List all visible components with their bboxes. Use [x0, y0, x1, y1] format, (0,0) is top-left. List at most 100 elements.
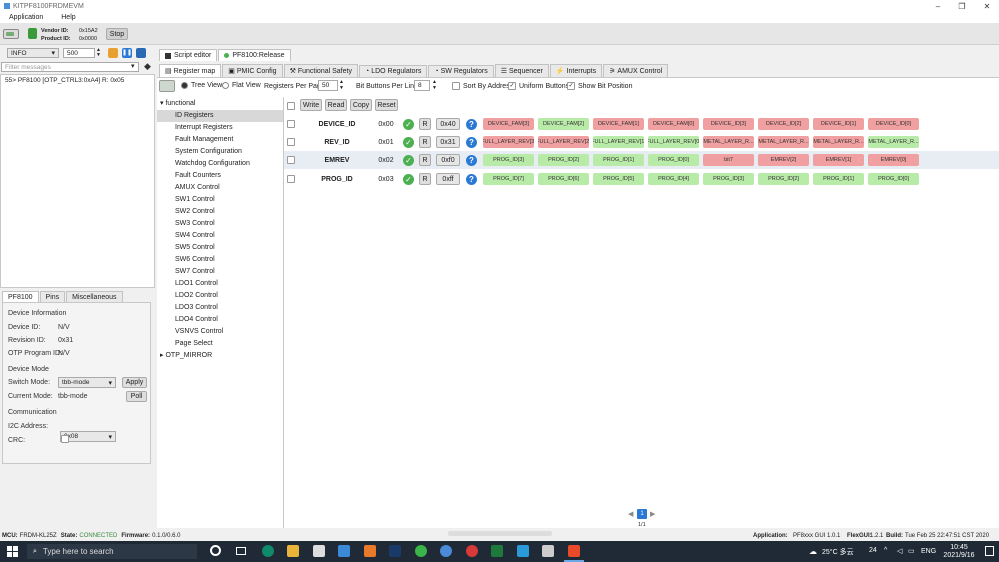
- bits-stepper[interactable]: ▲ ▼: [432, 79, 437, 91]
- tree-item[interactable]: Fault Management: [157, 134, 283, 146]
- excel-icon[interactable]: [491, 545, 503, 557]
- per-page-field[interactable]: 50: [318, 80, 338, 91]
- tree-item[interactable]: Interrupt Registers: [157, 122, 283, 134]
- help-icon[interactable]: ?: [466, 173, 477, 185]
- bit-button[interactable]: METAL_LAYER_R...: [703, 136, 754, 148]
- help-icon[interactable]: ?: [466, 136, 477, 148]
- close-icon[interactable]: ✕: [975, 0, 999, 12]
- bit-button[interactable]: PROG_ID[5]: [593, 173, 644, 185]
- tab-sw-regulators[interactable]: ◔ SW Regulators: [428, 65, 494, 77]
- read-button[interactable]: Read: [325, 99, 347, 111]
- store-icon[interactable]: [313, 545, 325, 557]
- filter-dropdown-icon[interactable]: ▾: [131, 62, 135, 70]
- bit-button[interactable]: PROG_ID[6]: [538, 173, 589, 185]
- bit-button[interactable]: PROG_ID[4]: [648, 173, 699, 185]
- bit-button[interactable]: FULL_LAYER_REV[3]: [483, 136, 534, 148]
- tree-item[interactable]: VSNVS Control: [157, 326, 283, 338]
- apply-button[interactable]: Apply: [122, 377, 147, 388]
- tree-item[interactable]: SW2 Control: [157, 206, 283, 218]
- crc-checkbox[interactable]: [61, 435, 69, 443]
- register-checkbox[interactable]: [287, 120, 295, 128]
- bit-button[interactable]: METAL_LAYER_R...: [813, 136, 864, 148]
- start-icon[interactable]: [7, 546, 18, 557]
- tree-otp-mirror[interactable]: ▸ OTP_MIRROR: [157, 350, 283, 362]
- register-value[interactable]: 0xf0: [436, 154, 460, 166]
- bit-button[interactable]: PROG_ID[7]: [483, 173, 534, 185]
- tree-item[interactable]: SW1 Control: [157, 194, 283, 206]
- log-count-field[interactable]: 500: [63, 48, 95, 58]
- bit-button[interactable]: PROG_ID[3]: [483, 154, 534, 166]
- clock-date[interactable]: 2021/9/16: [943, 552, 975, 559]
- sort-checkbox[interactable]: [452, 82, 460, 90]
- tab-register-map[interactable]: ▤ Register map: [159, 64, 222, 77]
- tree-view-option[interactable]: Tree View: [181, 82, 222, 89]
- uniform-option[interactable]: ✓ Uniform Buttons: [508, 82, 569, 90]
- tree-item[interactable]: LDO3 Control: [157, 302, 283, 314]
- bit-button[interactable]: EMREV[1]: [813, 154, 864, 166]
- count-stepper[interactable]: ▲ ▼: [95, 48, 102, 58]
- register-value[interactable]: 0xff: [436, 173, 460, 185]
- show-bit-option[interactable]: ✓ Show Bit Position: [567, 82, 632, 90]
- bit-button[interactable]: DEVICE_FAM[0]: [648, 118, 699, 130]
- tree-item[interactable]: System Configuration: [157, 146, 283, 158]
- matlab-icon[interactable]: [568, 545, 580, 557]
- read-register-button[interactable]: R: [419, 173, 431, 185]
- cortana-icon[interactable]: [210, 545, 221, 556]
- copy-button[interactable]: Copy: [350, 99, 372, 111]
- network-icon[interactable]: ▭: [908, 547, 915, 555]
- edge-icon[interactable]: [262, 545, 274, 557]
- clock-time[interactable]: 10:45: [943, 544, 975, 551]
- tree-item[interactable]: Fault Counters: [157, 170, 283, 182]
- log-level-select[interactable]: INFO: [7, 48, 59, 58]
- maximize-icon[interactable]: ❐: [950, 0, 974, 12]
- write-button[interactable]: Write: [300, 99, 322, 111]
- tree-item[interactable]: Watchdog Configuration: [157, 158, 283, 170]
- tree-item-id-registers[interactable]: ID Registers: [157, 110, 283, 122]
- tree-item[interactable]: LDO4 Control: [157, 314, 283, 326]
- tree-item[interactable]: SW5 Control: [157, 242, 283, 254]
- per-page-stepper[interactable]: ▲ ▼: [339, 79, 344, 91]
- poll-button[interactable]: Poll: [126, 391, 147, 402]
- bit-button[interactable]: bit7: [703, 154, 754, 166]
- tree-item[interactable]: SW7 Control: [157, 266, 283, 278]
- bit-button[interactable]: METAL_LAYER_R...: [868, 136, 919, 148]
- notification-icon[interactable]: [985, 546, 994, 556]
- next-page-icon[interactable]: ▶: [650, 510, 655, 518]
- bit-button[interactable]: PROG_ID[2]: [758, 173, 809, 185]
- register-checkbox[interactable]: [287, 138, 295, 146]
- tab-script-editor[interactable]: Script editor: [159, 49, 218, 61]
- bit-button[interactable]: DEVICE_FAM[1]: [593, 118, 644, 130]
- tab-amux-control[interactable]: ⚞ AMUX Control: [603, 64, 669, 77]
- flat-view-option[interactable]: Flat View: [222, 82, 261, 89]
- reset-button[interactable]: Reset: [375, 99, 398, 111]
- minimize-icon[interactable]: –: [926, 0, 950, 12]
- bit-button[interactable]: DEVICE_ID[1]: [813, 118, 864, 130]
- register-value[interactable]: 0x31: [436, 136, 460, 148]
- connect-toggle[interactable]: [3, 29, 19, 39]
- read-register-button[interactable]: R: [419, 136, 431, 148]
- bit-button[interactable]: PROG_ID[0]: [648, 154, 699, 166]
- tree-root[interactable]: ▾ functional: [157, 98, 283, 110]
- tree-item[interactable]: SW4 Control: [157, 230, 283, 242]
- bit-button[interactable]: PROG_ID[1]: [813, 173, 864, 185]
- tree-item[interactable]: SW3 Control: [157, 218, 283, 230]
- bit-button[interactable]: DEVICE_ID[3]: [703, 118, 754, 130]
- bits-field[interactable]: 8: [414, 80, 430, 91]
- prev-page-icon[interactable]: ◀: [628, 510, 633, 518]
- bit-button[interactable]: EMREV[2]: [758, 154, 809, 166]
- read-register-button[interactable]: R: [419, 118, 431, 130]
- stop-button[interactable]: Stop: [106, 28, 128, 40]
- task-view-icon[interactable]: [236, 547, 246, 555]
- sort-option[interactable]: Sort By Address: [452, 82, 513, 90]
- tree-item[interactable]: LDO2 Control: [157, 290, 283, 302]
- tab-functional-safety[interactable]: ⚒ Functional Safety: [283, 64, 358, 77]
- bit-button[interactable]: DEVICE_FAM[2]: [538, 118, 589, 130]
- bit-button[interactable]: PROG_ID[3]: [703, 173, 754, 185]
- select-all-checkbox[interactable]: [287, 102, 295, 110]
- switch-mode-select[interactable]: tbb-mode: [58, 377, 116, 388]
- pause-icon[interactable]: ❚❚: [122, 48, 132, 58]
- bit-button[interactable]: PROG_ID[0]: [868, 173, 919, 185]
- explorer-icon[interactable]: [287, 545, 299, 557]
- bit-button[interactable]: PROG_ID[1]: [593, 154, 644, 166]
- menu-help[interactable]: Help: [52, 14, 84, 21]
